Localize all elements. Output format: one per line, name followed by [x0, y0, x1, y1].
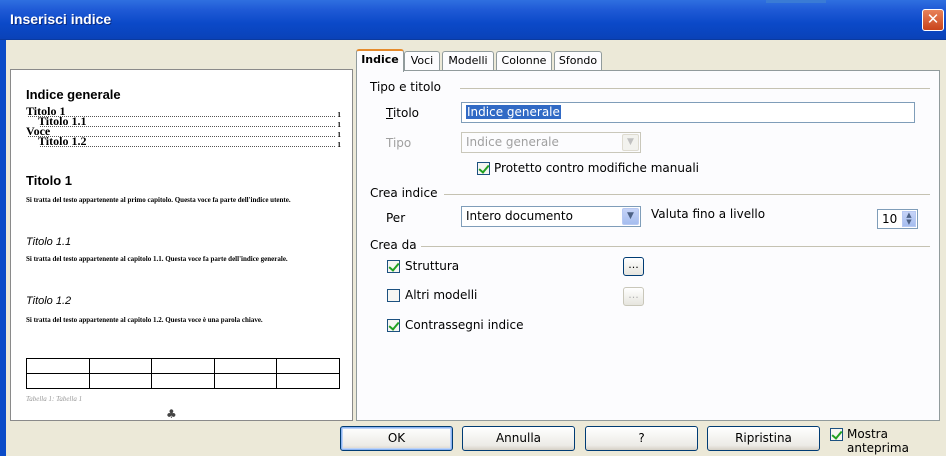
preview-body-text: Si tratta del testo appartenente al prim…	[26, 196, 291, 204]
show-preview-checkbox[interactable]	[830, 428, 843, 441]
preview-pane: Indice generale Titolo 11 Titolo 1.1 1 Vo…	[10, 69, 353, 421]
index-marks-label: Contrassegni indice	[405, 318, 524, 332]
scope-select[interactable]: Intero documento ▼	[461, 206, 641, 227]
title-bar-strip	[766, 0, 826, 3]
chevron-down-icon: ▼	[622, 208, 639, 225]
tab-voci[interactable]: Voci	[404, 51, 440, 71]
preview-body-text: Si tratta del testo appartenente al capi…	[26, 316, 263, 324]
preview-body-text: Si tratta del testo appartenente al capi…	[26, 255, 288, 263]
cancel-button[interactable]: Annulla	[462, 426, 575, 451]
section-divider	[444, 194, 930, 195]
title-bar: Inserisci indice ✕	[0, 0, 946, 40]
protected-label: Protetto contro modifiche manuali	[494, 161, 699, 175]
mouse-cursor-icon: ♣	[166, 407, 177, 421]
ok-button[interactable]: OK	[340, 426, 453, 451]
section-create-index: Crea indice	[370, 186, 438, 200]
show-preview-label: Mostra anteprima	[847, 427, 909, 455]
tab-indice[interactable]: Indice	[356, 49, 404, 72]
index-marks-checkbox[interactable]	[387, 319, 400, 332]
preview-toc-entry: Titolo 1.1 1	[38, 114, 341, 129]
tab-page-indice: Tipo e titolo Titolo Indice generale Tip…	[356, 70, 940, 421]
other-styles-checkbox[interactable]	[387, 289, 400, 302]
tab-sfondo[interactable]: Sfondo	[554, 51, 602, 71]
section-divider	[460, 88, 930, 89]
section-divider	[421, 246, 930, 247]
protected-checkbox[interactable]	[477, 162, 490, 175]
reset-button[interactable]: Ripristina	[707, 426, 820, 451]
for-label: Per	[386, 211, 406, 225]
level-spinner[interactable]: 10 ▲ ▼	[877, 209, 918, 229]
preview-heading-1-1: Titolo 1.1	[26, 236, 72, 248]
other-styles-label: Altri modelli	[405, 288, 478, 302]
tab-colonne[interactable]: Colonne	[496, 51, 552, 71]
help-button[interactable]: ?	[585, 426, 698, 451]
window-title: Inserisci indice	[10, 11, 112, 27]
type-label: Tipo	[386, 136, 412, 150]
structure-browse-button[interactable]: ...	[623, 257, 644, 276]
preview-heading-1-2: Titolo 1.2	[26, 295, 72, 307]
other-styles-browse-button[interactable]: ...	[623, 287, 644, 306]
structure-label: Struttura	[405, 259, 460, 273]
spin-buttons[interactable]: ▲ ▼	[902, 211, 916, 227]
tab-modelli[interactable]: Modelli	[442, 51, 494, 71]
preview-heading-1: Titolo 1	[26, 173, 72, 188]
window-frame-left	[0, 40, 6, 456]
preview-table-caption: Tabella 1: Tabella 1	[26, 395, 83, 403]
section-type-title: Tipo e titolo	[370, 80, 442, 94]
preview-table	[26, 358, 340, 389]
section-create-from: Crea da	[370, 238, 417, 252]
type-select[interactable]: Indice generale ▼	[461, 132, 641, 153]
evaluate-level-label: Valuta fino a livello	[651, 207, 766, 221]
spin-down-icon: ▼	[906, 218, 912, 226]
title-label: Titolo	[386, 106, 420, 120]
preview-toc-entry: Titolo 1.2 1	[38, 134, 341, 149]
structure-checkbox[interactable]	[387, 260, 400, 273]
chevron-down-icon: ▼	[622, 134, 639, 151]
preview-toc-title: Indice generale	[26, 87, 121, 102]
close-button[interactable]: ✕	[922, 9, 944, 31]
title-input[interactable]: Indice generale	[461, 102, 915, 123]
